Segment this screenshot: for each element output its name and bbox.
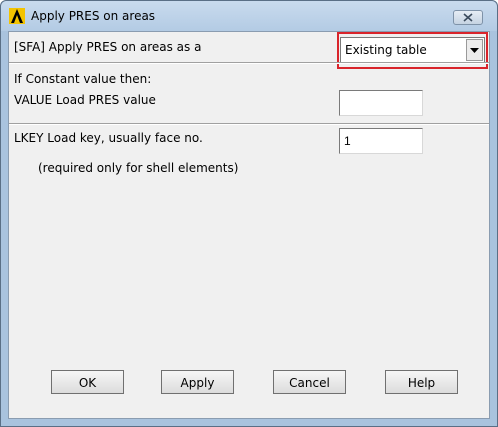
chevron-down-icon <box>470 47 479 53</box>
sfa-dropdown-value: Existing table <box>345 43 427 57</box>
lkey-note: (required only for shell elements) <box>38 161 239 175</box>
ansys-logo-icon <box>9 8 25 24</box>
apply-button[interactable]: Apply <box>161 370 234 394</box>
constant-header: If Constant value then: <box>14 72 152 86</box>
lkey-input[interactable] <box>339 128 423 154</box>
separator-top <box>9 62 489 64</box>
dialog-window: Apply PRES on areas [SFA] Apply PRES on … <box>0 0 498 427</box>
value-label: VALUE Load PRES value <box>14 93 156 107</box>
close-button[interactable] <box>453 10 483 25</box>
separator-middle <box>9 123 489 125</box>
sfa-label: [SFA] Apply PRES on areas as a <box>14 40 202 54</box>
cancel-button[interactable]: Cancel <box>273 370 346 394</box>
close-icon <box>463 13 473 22</box>
dialog-body: [SFA] Apply PRES on areas as a Existing … <box>8 31 490 419</box>
dropdown-arrow-button[interactable] <box>466 39 483 61</box>
sfa-dropdown[interactable]: Existing table <box>340 37 485 63</box>
value-input[interactable] <box>339 90 423 116</box>
title-bar[interactable]: Apply PRES on areas <box>1 1 497 31</box>
lkey-label: LKEY Load key, usually face no. <box>14 131 203 145</box>
help-button[interactable]: Help <box>385 370 458 394</box>
window-title: Apply PRES on areas <box>31 9 156 23</box>
ok-button[interactable]: OK <box>51 370 124 394</box>
